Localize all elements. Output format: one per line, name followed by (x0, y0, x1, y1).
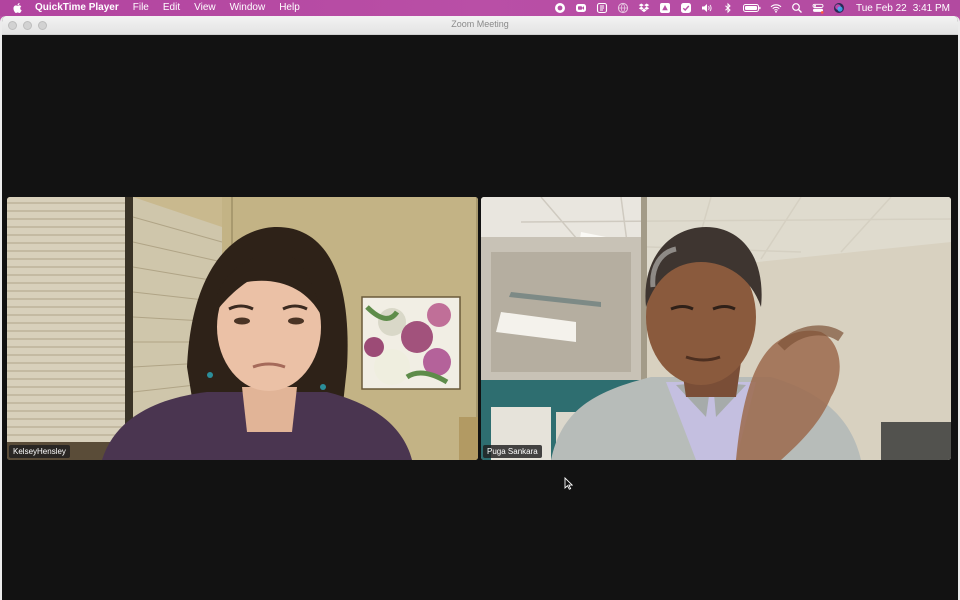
participant-video-feed (7, 197, 478, 460)
volume-icon[interactable] (701, 2, 713, 14)
battery-icon[interactable] (742, 2, 761, 14)
menu-window[interactable]: Window (223, 0, 273, 16)
window-titlebar[interactable]: Zoom Meeting (2, 16, 958, 35)
record-icon[interactable] (554, 2, 566, 14)
menu-edit[interactable]: Edit (156, 0, 187, 16)
menu-help[interactable]: Help (272, 0, 307, 16)
app-icon[interactable] (596, 2, 608, 14)
menu-app-name[interactable]: QuickTime Player (35, 0, 126, 16)
meeting-stage: KelseyHensley Puga Sankara (2, 35, 958, 600)
window-title: Zoom Meeting (451, 19, 509, 29)
apple-icon[interactable] (12, 2, 24, 14)
control-center-icon[interactable] (812, 2, 824, 14)
participant-name-label: Puga Sankara (483, 445, 542, 458)
participant-video-tile[interactable]: Puga Sankara (481, 197, 951, 460)
wifi-icon[interactable] (770, 2, 782, 14)
bluetooth-icon[interactable] (722, 2, 734, 14)
search-icon[interactable] (791, 2, 803, 14)
menu-view[interactable]: View (187, 0, 223, 16)
menu-file[interactable]: File (126, 0, 156, 16)
menu-bar: QuickTime Player File Edit View Window H… (0, 0, 960, 16)
participant-name-label: KelseyHensley (9, 445, 70, 458)
zoom-meeting-window: Zoom Meeting KelseyHensley Puga Sankara (0, 16, 960, 600)
dropbox-icon[interactable] (638, 2, 650, 14)
globe-icon[interactable] (617, 2, 629, 14)
siri-icon[interactable] (833, 2, 845, 14)
drive-icon[interactable] (659, 2, 671, 14)
menubar-date[interactable]: Tue Feb 22 (856, 3, 907, 14)
participant-video-tile[interactable]: KelseyHensley (7, 197, 478, 460)
checkmark-icon[interactable] (680, 2, 692, 14)
zoom-icon[interactable] (575, 2, 587, 14)
mouse-cursor-icon (564, 477, 573, 490)
participant-video-feed (481, 197, 951, 460)
menubar-time[interactable]: 3:41 PM (913, 3, 950, 14)
